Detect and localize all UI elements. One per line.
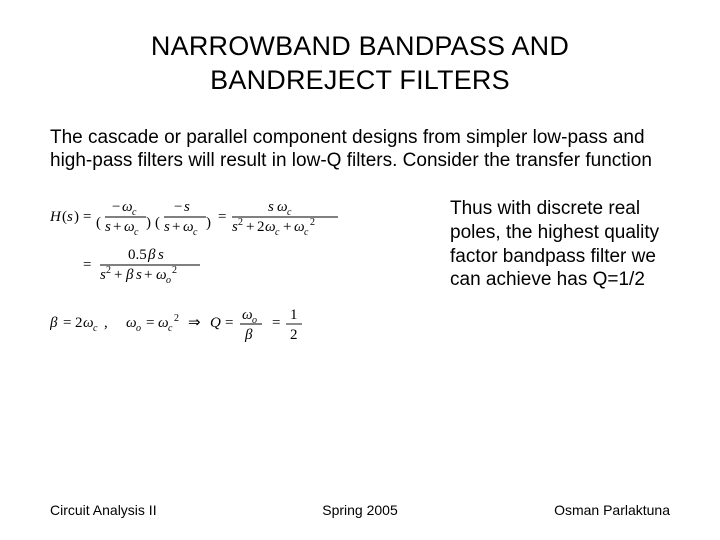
svg-text:=: = bbox=[218, 209, 226, 225]
content-row: .mi { font-family: 'Times New Roman', se… bbox=[50, 193, 680, 357]
svg-text:ω: ω bbox=[122, 199, 133, 215]
svg-text:c: c bbox=[275, 227, 280, 238]
svg-text:2: 2 bbox=[257, 219, 265, 235]
svg-text:+: + bbox=[283, 219, 291, 235]
svg-text:,: , bbox=[104, 315, 108, 331]
svg-text:+: + bbox=[144, 267, 152, 283]
page-title: NARROWBAND BANDPASS AND BANDREJECT FILTE… bbox=[110, 30, 610, 98]
svg-text:): ) bbox=[206, 215, 211, 231]
svg-text:+: + bbox=[246, 219, 254, 235]
svg-text:1: 1 bbox=[290, 307, 298, 323]
svg-text:c: c bbox=[134, 227, 139, 238]
title-line-1: NARROWBAND BANDPASS AND bbox=[151, 31, 569, 61]
svg-text:2: 2 bbox=[172, 265, 177, 276]
svg-text:2: 2 bbox=[290, 327, 298, 343]
svg-text:ω: ω bbox=[83, 315, 94, 331]
svg-text:ω: ω bbox=[242, 307, 253, 323]
svg-text:=: = bbox=[63, 315, 71, 331]
svg-text:c: c bbox=[304, 227, 309, 238]
svg-text:ω: ω bbox=[265, 219, 276, 235]
svg-text:s: s bbox=[164, 219, 170, 235]
svg-text:−: − bbox=[174, 199, 182, 215]
svg-text:c: c bbox=[193, 227, 198, 238]
svg-text:Q: Q bbox=[210, 315, 221, 331]
svg-text:β: β bbox=[125, 267, 134, 283]
svg-text:2: 2 bbox=[75, 315, 83, 331]
svg-text:ω: ω bbox=[294, 219, 305, 235]
intro-paragraph: The cascade or parallel component design… bbox=[50, 126, 670, 174]
svg-text:s: s bbox=[184, 199, 190, 215]
svg-text:c: c bbox=[132, 207, 137, 218]
svg-text:2: 2 bbox=[174, 313, 179, 324]
svg-text:ω: ω bbox=[183, 219, 194, 235]
svg-text:ω: ω bbox=[124, 219, 135, 235]
svg-text:s: s bbox=[158, 247, 164, 263]
svg-text:s: s bbox=[105, 219, 111, 235]
svg-text:): ) bbox=[74, 209, 79, 225]
svg-text:+: + bbox=[114, 267, 122, 283]
svg-text:+: + bbox=[113, 219, 121, 235]
svg-text:β: β bbox=[50, 315, 58, 331]
equation-svg: .mi { font-family: 'Times New Roman', se… bbox=[50, 197, 430, 357]
svg-text:): ) bbox=[146, 215, 151, 231]
svg-text:s: s bbox=[136, 267, 142, 283]
svg-text:H: H bbox=[50, 209, 62, 225]
svg-text:(: ( bbox=[96, 215, 101, 231]
svg-text:=: = bbox=[146, 315, 154, 331]
svg-text:o: o bbox=[136, 323, 141, 334]
svg-text:=: = bbox=[83, 257, 91, 273]
svg-text:2: 2 bbox=[238, 217, 243, 228]
svg-text:ω: ω bbox=[158, 315, 169, 331]
footer: Circuit Analysis II Spring 2005 Osman Pa… bbox=[0, 502, 720, 518]
svg-text:ω: ω bbox=[156, 267, 167, 283]
svg-text:s: s bbox=[268, 199, 274, 215]
svg-text:c: c bbox=[168, 323, 173, 334]
svg-text:o: o bbox=[166, 275, 171, 286]
footer-center: Spring 2005 bbox=[257, 502, 464, 518]
svg-text:β: β bbox=[244, 327, 253, 343]
svg-text:⇒: ⇒ bbox=[188, 315, 201, 331]
svg-text:β: β bbox=[147, 247, 156, 263]
svg-text:ω: ω bbox=[126, 315, 137, 331]
svg-text:c: c bbox=[93, 323, 98, 334]
svg-text:ω: ω bbox=[277, 199, 288, 215]
svg-text:(: ( bbox=[155, 215, 160, 231]
svg-text:s: s bbox=[67, 209, 73, 225]
svg-text:−: − bbox=[112, 199, 120, 215]
svg-text:=: = bbox=[83, 209, 91, 225]
svg-text:0.5: 0.5 bbox=[128, 247, 147, 263]
svg-text:+: + bbox=[172, 219, 180, 235]
svg-text:=: = bbox=[225, 315, 233, 331]
footer-left: Circuit Analysis II bbox=[50, 502, 257, 518]
svg-text:=: = bbox=[272, 315, 280, 331]
title-line-2: BANDREJECT FILTERS bbox=[210, 65, 510, 95]
equations-block: .mi { font-family: 'Times New Roman', se… bbox=[50, 193, 430, 357]
svg-text:2: 2 bbox=[106, 265, 111, 276]
side-paragraph: Thus with discrete real poles, the highe… bbox=[450, 193, 680, 292]
footer-right: Osman Parlaktuna bbox=[463, 502, 670, 518]
slide: NARROWBAND BANDPASS AND BANDREJECT FILTE… bbox=[0, 0, 720, 540]
svg-text:2: 2 bbox=[310, 217, 315, 228]
svg-text:c: c bbox=[287, 207, 292, 218]
